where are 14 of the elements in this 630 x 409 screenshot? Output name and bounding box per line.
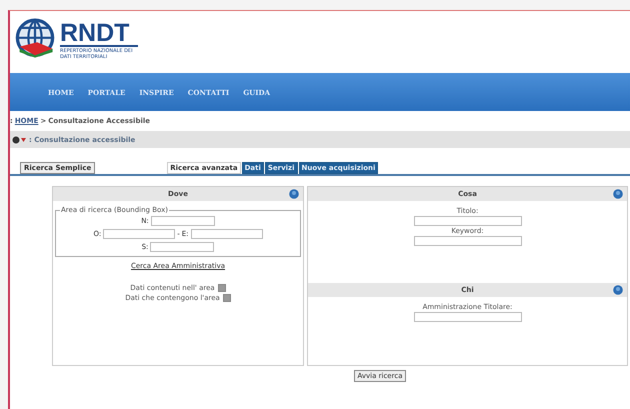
checkbox[interactable]	[218, 284, 226, 292]
help-icon[interactable]	[613, 189, 623, 199]
help-icon[interactable]	[613, 285, 623, 295]
input-field[interactable]	[414, 312, 522, 322]
input-field[interactable]	[190, 229, 263, 239]
input-field[interactable]	[150, 216, 215, 226]
checkbox[interactable]	[222, 294, 231, 302]
input-field[interactable]	[414, 216, 522, 226]
input-field[interactable]	[103, 229, 176, 239]
logo-wordmark: RNDT	[60, 20, 138, 46]
help-icon[interactable]	[289, 189, 299, 199]
input-field[interactable]	[150, 242, 214, 252]
dropdown-icon[interactable]	[12, 136, 26, 144]
input-field[interactable]	[414, 236, 522, 246]
